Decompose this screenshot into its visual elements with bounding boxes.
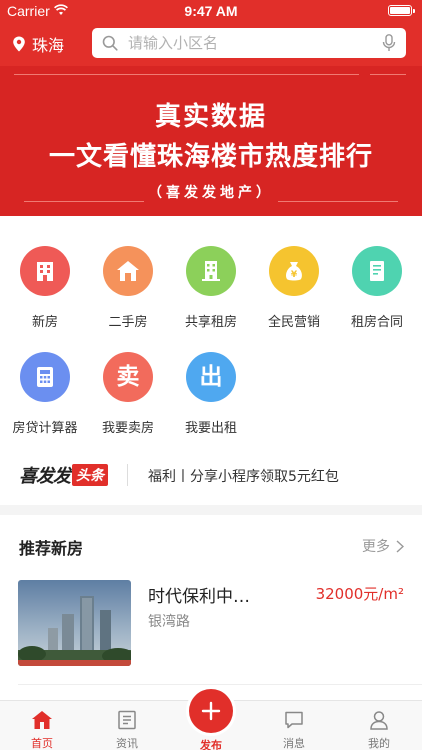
plus-icon	[201, 701, 221, 721]
tab-label: 消息	[283, 737, 305, 750]
chevron-right-icon	[396, 539, 404, 553]
banner-divider	[278, 201, 398, 202]
service-label: 租房合同	[350, 315, 403, 330]
tab-label: 首页	[31, 737, 53, 750]
sell-icon: 卖	[103, 352, 153, 402]
service-rent-out[interactable]: 出 我要出租	[169, 352, 253, 436]
recommend-header: 推荐新房 更多	[0, 528, 422, 562]
property-name: 时代保利中…	[148, 587, 250, 607]
city-label: 珠海	[32, 36, 65, 55]
service-shared-rent[interactable]: 共享租房	[169, 246, 253, 330]
list-item[interactable]: 时代保利中… 银湾路 32000元/m²	[0, 580, 422, 670]
service-label: 房贷计算器	[12, 421, 78, 436]
tab-home[interactable]: 首页	[12, 709, 72, 750]
location-pin-icon	[13, 36, 25, 52]
headline-bar[interactable]: 喜发发 头条 福利丨分享小程序领取5元红包	[0, 452, 422, 498]
more-label: 更多	[362, 539, 390, 555]
list-divider	[18, 684, 422, 685]
service-label: 共享租房	[184, 315, 237, 330]
tab-label: 我的	[368, 737, 390, 750]
tab-news[interactable]: 资讯	[97, 709, 157, 750]
property-address: 银湾路	[148, 614, 190, 630]
headline-text[interactable]: 福利丨分享小程序领取5元红包	[148, 466, 339, 486]
headline-tag: 头条	[72, 464, 108, 486]
search-icon	[102, 35, 118, 51]
banner-subtitle: （喜发发地产）	[148, 185, 274, 201]
service-sell-house[interactable]: 卖 我要卖房	[86, 352, 170, 436]
home-icon	[32, 711, 52, 729]
service-label: 我要出租	[184, 421, 237, 436]
tab-messages[interactable]: 消息	[264, 709, 324, 750]
property-photo	[18, 580, 131, 666]
service-label: 我要卖房	[101, 421, 154, 436]
headline-logo: 喜发发 头条	[19, 464, 108, 487]
news-icon	[118, 710, 136, 730]
bottom-tab-bar: 首页 资讯 发布 消息 我的	[0, 689, 422, 750]
service-rental-contract[interactable]: 租房合同	[335, 246, 419, 330]
city-selector[interactable]: 珠海	[12, 33, 64, 55]
publish-button[interactable]	[189, 689, 233, 733]
rent-out-icon: 出	[186, 352, 236, 402]
apartment-icon	[186, 246, 236, 296]
calculator-icon	[20, 352, 70, 402]
building-icon	[20, 246, 70, 296]
svg-text:¥: ¥	[291, 270, 298, 280]
service-marketing[interactable]: ¥ 全民营销	[252, 246, 336, 330]
service-label: 新房	[31, 315, 58, 330]
search-input[interactable]	[128, 34, 382, 52]
banner-headline: 一文看懂珠海楼市热度排行	[48, 142, 373, 172]
banner-title: 真实数据	[154, 102, 267, 132]
section-divider	[0, 505, 422, 515]
more-link[interactable]: 更多	[362, 536, 404, 556]
tab-label: 资讯	[116, 737, 138, 750]
battery-icon	[388, 5, 415, 16]
document-icon	[352, 246, 402, 296]
section-title: 推荐新房	[19, 539, 84, 558]
user-icon	[370, 711, 388, 730]
service-label: 二手房	[108, 315, 148, 330]
status-bar: Carrier 9:47 AM	[0, 0, 422, 22]
tab-mine[interactable]: 我的	[349, 709, 409, 750]
status-time: 9:47 AM	[184, 3, 238, 19]
house-icon	[103, 246, 153, 296]
sell-glyph: 卖	[116, 363, 140, 390]
header: Carrier 9:47 AM 珠海	[0, 0, 422, 66]
banner-divider	[14, 74, 359, 75]
search-bar[interactable]	[92, 28, 406, 58]
microphone-icon[interactable]	[382, 34, 396, 52]
service-second-hand[interactable]: 二手房	[86, 246, 170, 330]
publish-label: 发布	[200, 739, 222, 750]
promo-banner[interactable]: 真实数据 一文看懂珠海楼市热度排行 （喜发发地产）	[0, 66, 422, 216]
headline-separator	[127, 464, 128, 486]
service-label: 全民营销	[267, 315, 320, 330]
message-icon	[285, 711, 303, 729]
money-bag-icon: ¥	[269, 246, 319, 296]
banner-divider	[370, 74, 406, 75]
service-new-house[interactable]: 新房	[3, 246, 87, 330]
rent-out-glyph: 出	[199, 363, 223, 390]
service-mortgage-calculator[interactable]: 房贷计算器	[3, 352, 87, 436]
property-price: 32000元/m²	[315, 585, 404, 603]
headline-brand: 喜发发	[19, 466, 71, 487]
